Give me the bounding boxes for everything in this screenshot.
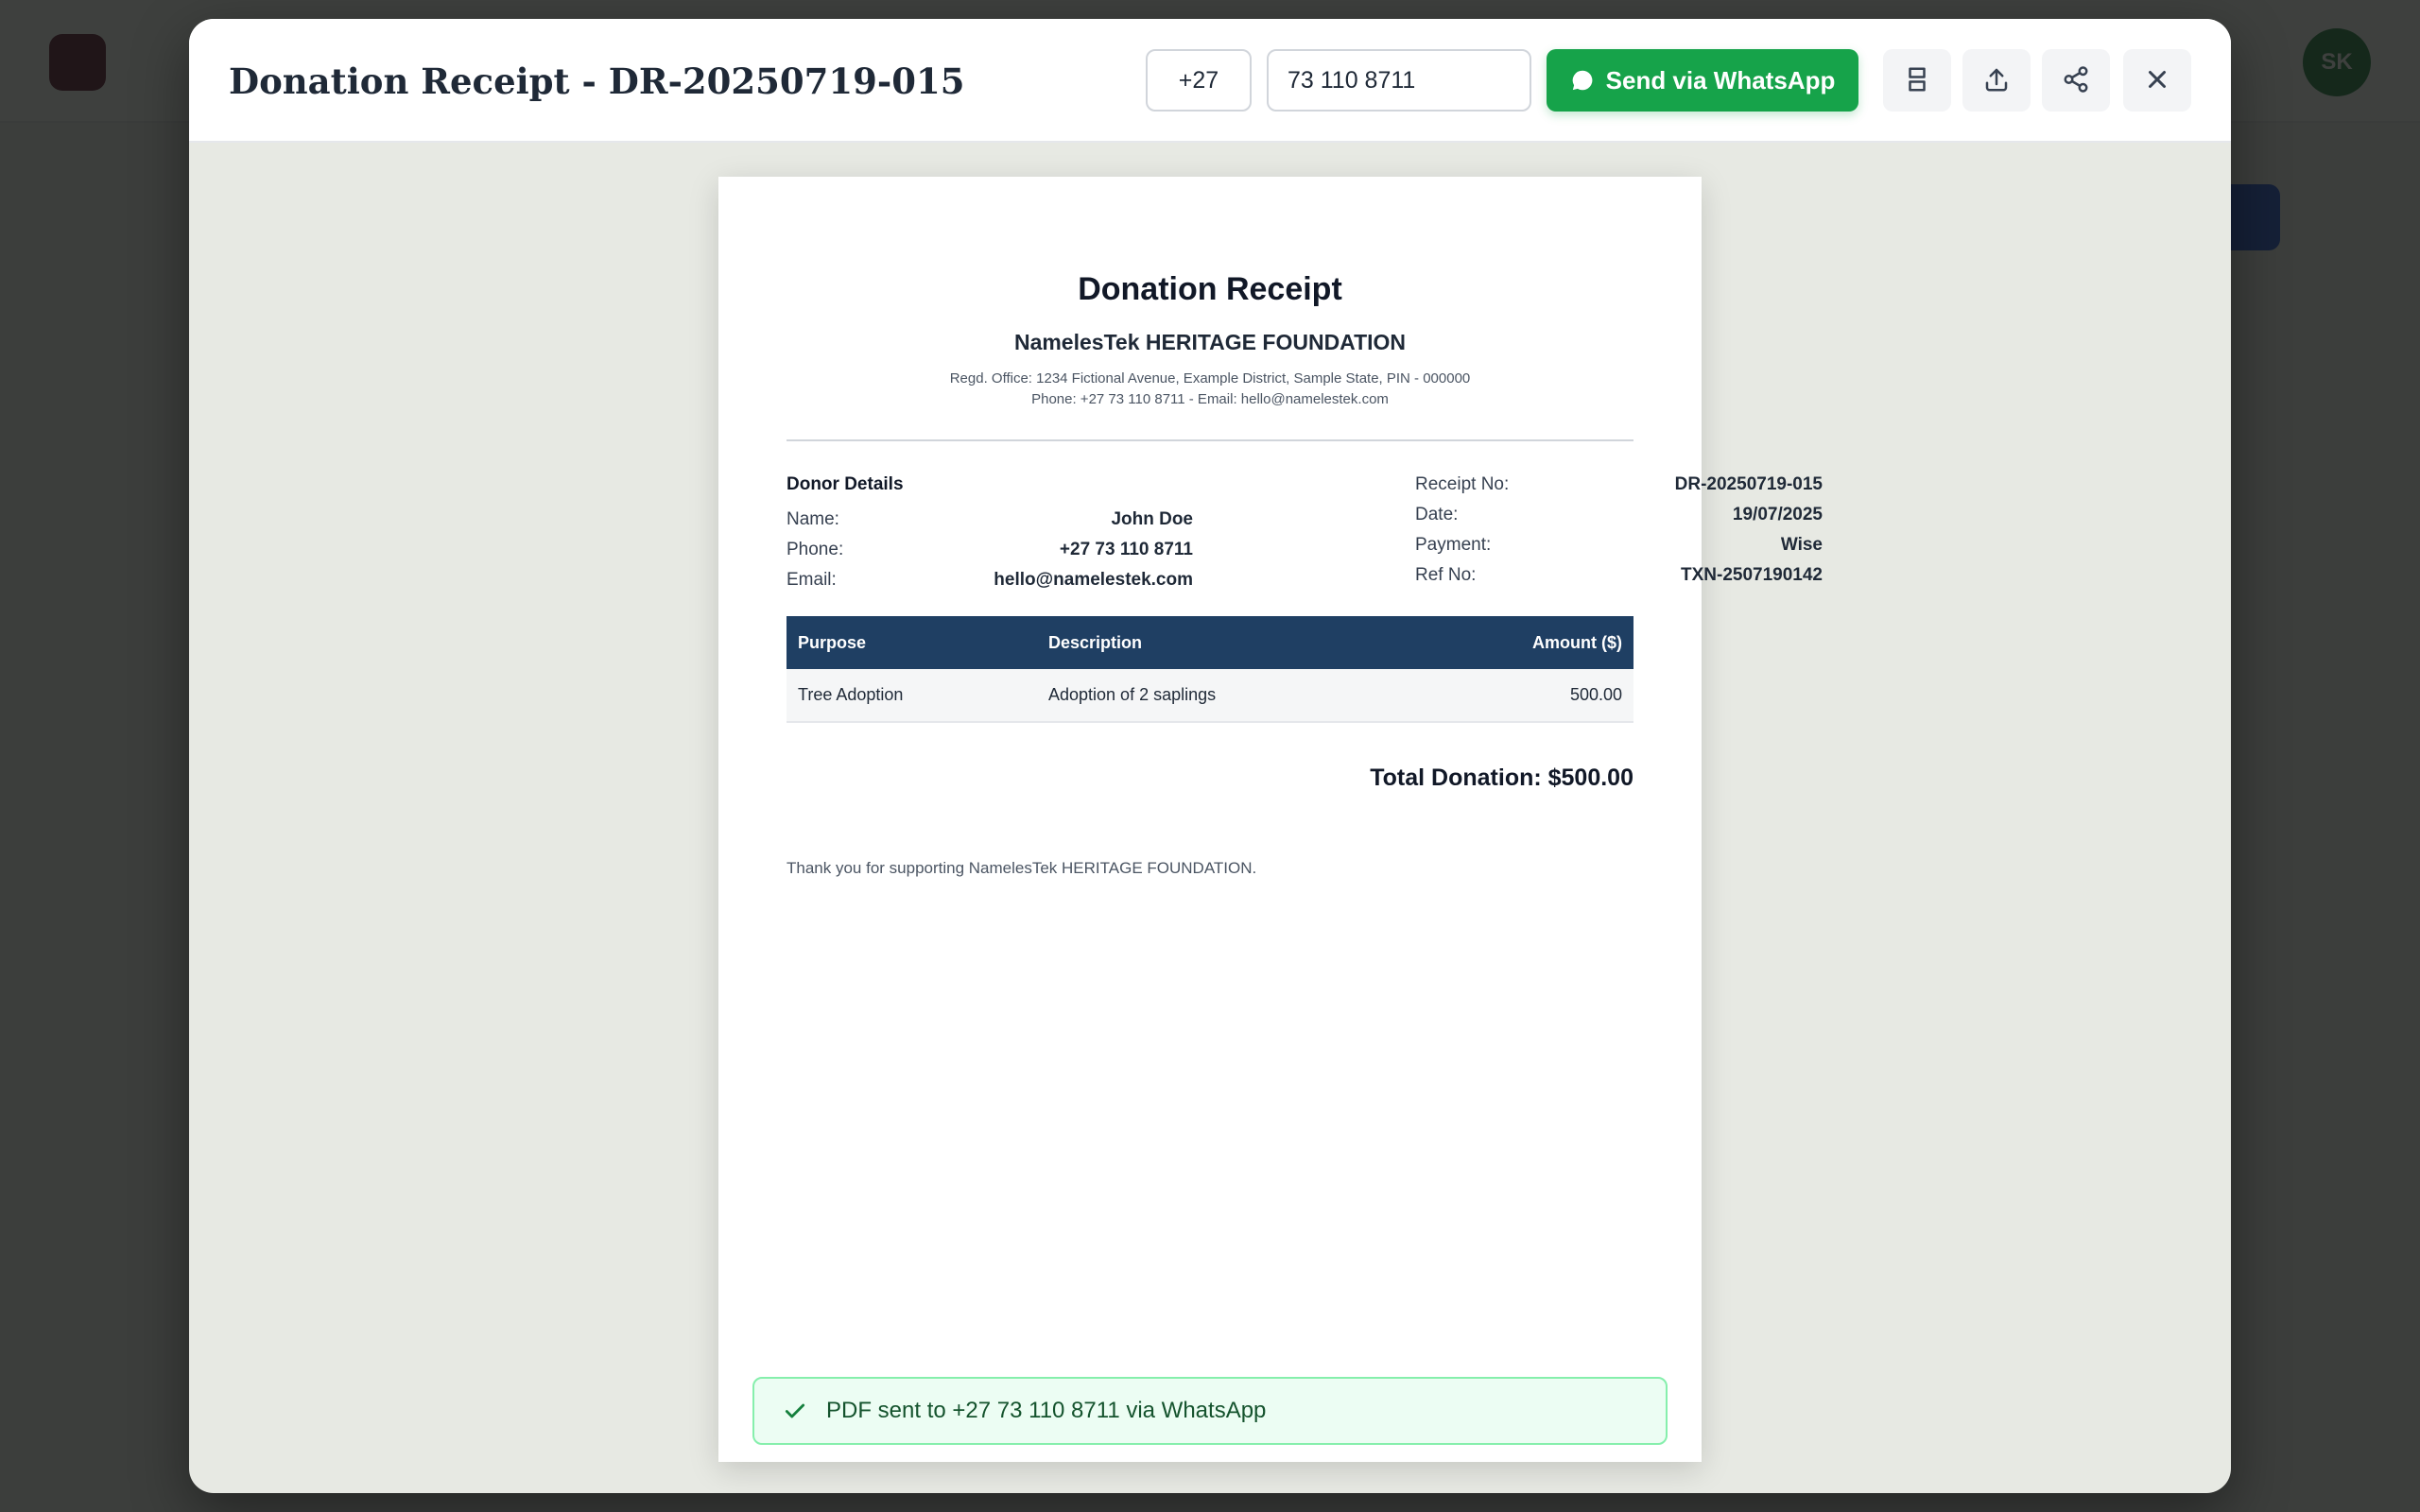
- toast-message: PDF sent to +27 73 110 8711 via WhatsApp: [826, 1398, 1267, 1423]
- upload-button[interactable]: [1962, 49, 2031, 112]
- modal-title: Donation Receipt - DR-20250719-015: [229, 60, 965, 102]
- receipt-modal: Donation Receipt - DR-20250719-015 Send …: [189, 19, 2231, 1493]
- header-divider: [786, 439, 1634, 441]
- thank-you-note: Thank you for supporting NamelesTek HERI…: [786, 859, 1257, 877]
- payment-method-row: Payment: Wise: [1415, 535, 1823, 556]
- table-header-row: Purpose Description Amount ($): [786, 616, 1634, 669]
- share-button[interactable]: [2042, 49, 2110, 112]
- donor-email-value: hello@namelestek.com: [994, 570, 1193, 590]
- total-donation: Total Donation: $500.00: [1370, 765, 1634, 791]
- cell-description: Adoption of 2 saplings: [1037, 669, 1412, 723]
- donor-phone-row: Phone: +27 73 110 8711: [786, 540, 1193, 560]
- country-code-input[interactable]: [1146, 49, 1252, 112]
- cell-amount: 500.00: [1411, 669, 1634, 723]
- organization-address: Regd. Office: 1234 Fictional Avenue, Exa…: [949, 370, 1471, 387]
- receipt-number-label: Receipt No:: [1415, 474, 1510, 494]
- donor-phone-label: Phone:: [786, 540, 844, 559]
- table-row: Tree Adoption Adoption of 2 saplings 500…: [786, 669, 1634, 723]
- send-whatsapp-button[interactable]: Send via WhatsApp: [1547, 49, 1858, 112]
- donor-name-value: John Doe: [1111, 509, 1193, 529]
- donor-name-label: Name:: [786, 509, 839, 529]
- organization-contact: Phone: +27 73 110 8711 - Email: hello@na…: [1031, 391, 1389, 407]
- send-whatsapp-label: Send via WhatsApp: [1605, 65, 1836, 94]
- donation-items-table: Purpose Description Amount ($) Tree Adop…: [786, 616, 1634, 723]
- donor-name-row: Name: John Doe: [786, 509, 1193, 530]
- organization-name: NamelesTek HERITAGE FOUNDATION: [1013, 330, 1407, 354]
- close-button[interactable]: [2123, 49, 2191, 112]
- share-icon: [2062, 65, 2090, 96]
- fit-page-icon: [1903, 65, 1931, 96]
- whatsapp-icon: [1570, 68, 1595, 93]
- receipt-date-row: Date: 19/07/2025: [1415, 505, 1823, 525]
- donor-phone-value: +27 73 110 8711: [1059, 540, 1193, 559]
- receipt-date-value: 19/07/2025: [1732, 505, 1823, 524]
- receipt-number-value: DR-20250719-015: [1674, 474, 1823, 494]
- receipt-title: Donation Receipt: [1078, 271, 1342, 307]
- close-icon: [2143, 65, 2171, 96]
- upload-icon: [1982, 65, 2011, 96]
- donor-email-label: Email:: [786, 570, 837, 590]
- receipt-document: Donation Receipt NamelesTek HERITAGE FOU…: [718, 177, 1823, 1462]
- checkmark-icon: [783, 1399, 807, 1423]
- cell-purpose: Tree Adoption: [786, 669, 1037, 723]
- payment-method-value: Wise: [1780, 535, 1823, 555]
- success-toast: PDF sent to +27 73 110 8711 via WhatsApp: [752, 1377, 1668, 1445]
- reference-number-label: Ref No:: [1415, 565, 1477, 585]
- column-header-purpose: Purpose: [786, 616, 1037, 669]
- column-header-description: Description: [1037, 616, 1412, 669]
- receipt-number-row: Receipt No: DR-20250719-015: [1415, 474, 1823, 495]
- receipt-date-label: Date:: [1415, 505, 1459, 524]
- reference-number-value: TXN-2507190142: [1681, 565, 1823, 585]
- fit-page-button[interactable]: [1883, 49, 1951, 112]
- payment-method-label: Payment:: [1415, 535, 1492, 555]
- reference-number-row: Ref No: TXN-2507190142: [1415, 565, 1823, 586]
- donor-email-row: Email: hello@namelestek.com: [786, 570, 1193, 591]
- donor-details-heading: Donor Details: [786, 474, 904, 494]
- modal-header: Donation Receipt - DR-20250719-015 Send …: [189, 19, 2231, 143]
- column-header-amount: Amount ($): [1411, 616, 1634, 669]
- phone-number-input[interactable]: [1267, 49, 1531, 112]
